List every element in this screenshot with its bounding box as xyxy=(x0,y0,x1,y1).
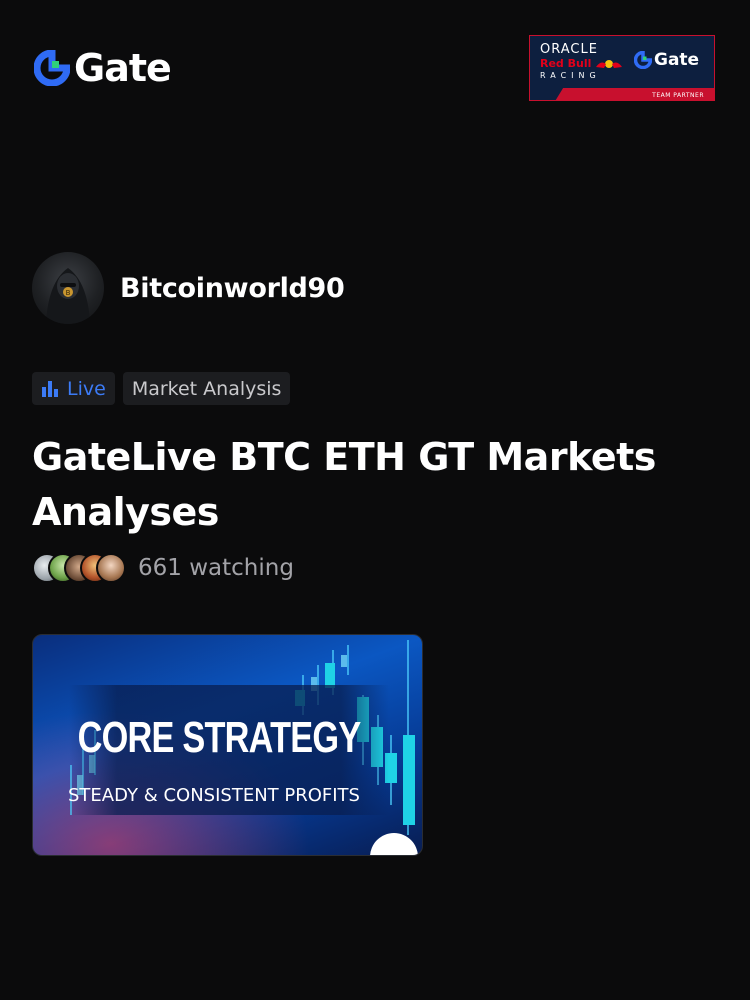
author-avatar[interactable]: B xyxy=(32,252,104,324)
logo-text: Gate xyxy=(74,46,172,90)
viewers-row: 661 watching xyxy=(32,553,294,583)
partner-line-oracle: ORACLE xyxy=(540,42,598,57)
partner-gate-text: Gate xyxy=(654,50,700,70)
viewer-avatar xyxy=(96,553,126,583)
gate-logo-icon xyxy=(34,50,70,86)
viewer-count: 661 watching xyxy=(138,555,294,581)
redbull-bulls-icon xyxy=(596,60,622,68)
thumbnail-title: CORE STRATEGY xyxy=(77,713,362,762)
thumbnail-subtitle: STEADY & CONSISTENT PROFITS xyxy=(68,785,360,806)
viewer-avatar-stack xyxy=(32,553,126,583)
stream-title: GateLive BTC ETH GT Markets Analyses xyxy=(32,435,656,534)
partner-gate-icon xyxy=(634,51,652,69)
stream-thumbnail[interactable]: CORE STRATEGY STEADY & CONSISTENT PROFIT… xyxy=(32,634,423,856)
partner-line-redbull: Red Bull xyxy=(540,57,592,70)
category-tag[interactable]: Market Analysis xyxy=(122,372,291,405)
live-bars-icon xyxy=(42,380,58,397)
live-label: Live xyxy=(67,377,106,400)
category-label: Market Analysis xyxy=(131,377,282,400)
partner-badge: ORACLE Red Bull RACING Gate TEAM PARTNER xyxy=(529,35,715,101)
live-badge: Live xyxy=(32,372,115,405)
partner-line-racing: RACING xyxy=(540,71,601,80)
author-info[interactable]: B Bitcoinworld90 xyxy=(32,252,345,324)
live-stream-page: Gate ORACLE Red Bull RACING Gate TEAM PA… xyxy=(0,0,750,1000)
svg-text:B: B xyxy=(66,289,71,297)
stream-tags: Live Market Analysis xyxy=(32,372,291,405)
partner-gate-logo: Gate xyxy=(634,50,699,70)
gate-logo[interactable]: Gate xyxy=(34,46,172,90)
hooded-figure-icon: B xyxy=(46,268,90,324)
author-name[interactable]: Bitcoinworld90 xyxy=(120,273,345,304)
partner-strip-text: TEAM PARTNER xyxy=(652,92,704,99)
